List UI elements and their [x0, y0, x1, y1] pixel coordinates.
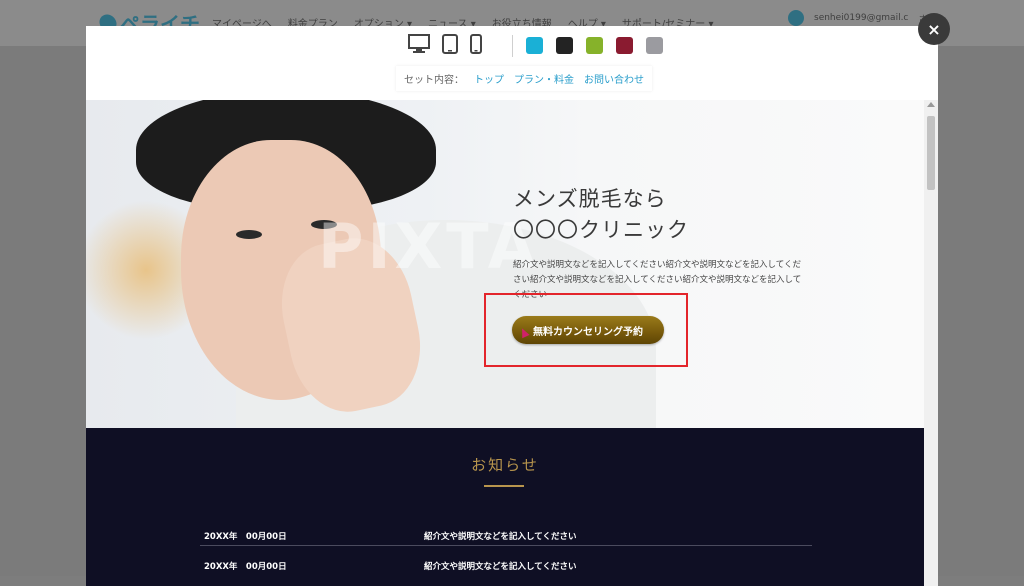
set-link-top[interactable]: トップ: [474, 71, 504, 86]
avatar: [788, 10, 804, 26]
close-modal-button[interactable]: ×: [918, 13, 950, 45]
news-text: 紹介文や説明文などを記入してください: [424, 562, 577, 572]
swatch-cyan[interactable]: [526, 37, 543, 54]
page-preview: PIXTA メンズ脱毛なら 〇〇〇クリニック 紹介文や説明文などを記入してくださ…: [86, 100, 924, 586]
color-swatches: [526, 37, 663, 54]
smartphone-icon[interactable]: [470, 34, 482, 54]
swatch-burgundy[interactable]: [616, 37, 633, 54]
hero-title-line2: 〇〇〇クリニック: [513, 218, 689, 242]
scroll-up-arrow-icon[interactable]: [927, 102, 935, 107]
watermark: PIXTA: [318, 210, 540, 283]
news-title: お知らせ: [471, 456, 539, 474]
toolbar-divider: [512, 35, 513, 57]
scroll-thumb[interactable]: [927, 116, 935, 190]
hero-description: 紹介文や説明文などを記入してください紹介文や説明文などを記入してください紹介文や…: [513, 260, 802, 300]
set-link-plan[interactable]: プラン・料金: [514, 71, 574, 86]
set-contents-bar: セット内容： トップ プラン・料金 お問い合わせ: [396, 66, 652, 91]
hero-title-line1: メンズ脱毛なら: [513, 187, 667, 211]
hero-section: PIXTA メンズ脱毛なら 〇〇〇クリニック 紹介文や説明文などを記入してくださ…: [86, 100, 924, 480]
news-text: 紹介文や説明文などを記入してください: [424, 532, 577, 542]
news-row[interactable]: 20XX年 00月00日 紹介文や説明文などを記入してください: [200, 524, 812, 546]
desktop-icon[interactable]: [408, 34, 430, 54]
template-preview-modal: セット内容： トップ プラン・料金 お問い合わせ PIXTA メンズ脱毛なら 〇…: [86, 26, 938, 586]
news-row[interactable]: 20XX年 00月00日 紹介文や説明文などを記入してください: [200, 554, 812, 576]
news-title-underline: [484, 485, 524, 487]
hero-photo-eye-left: [236, 230, 262, 239]
preview-scrollbar[interactable]: [924, 100, 938, 586]
user-email: senhei0199@gmail.c: [814, 13, 909, 23]
set-link-contact[interactable]: お問い合わせ: [584, 71, 644, 86]
set-contents-label: セット内容：: [404, 75, 464, 86]
news-date: 20XX年 00月00日: [204, 532, 287, 542]
device-switcher: [408, 34, 482, 54]
counseling-reservation-button[interactable]: 無料カウンセリング予約: [512, 316, 664, 344]
user-area: senhei0199@gmail.c さん: [788, 10, 936, 26]
swatch-black[interactable]: [556, 37, 573, 54]
swatch-gray[interactable]: [646, 37, 663, 54]
tablet-icon[interactable]: [442, 34, 458, 54]
news-section: お知らせ 20XX年 00月00日 紹介文や説明文などを記入してください 20X…: [86, 428, 924, 586]
swatch-green[interactable]: [586, 37, 603, 54]
preview-toolbar: セット内容： トップ プラン・料金 お問い合わせ: [86, 26, 938, 100]
news-divider: [200, 545, 812, 546]
hero-title: メンズ脱毛なら 〇〇〇クリニック: [513, 184, 689, 246]
news-date: 20XX年 00月00日: [204, 562, 287, 572]
